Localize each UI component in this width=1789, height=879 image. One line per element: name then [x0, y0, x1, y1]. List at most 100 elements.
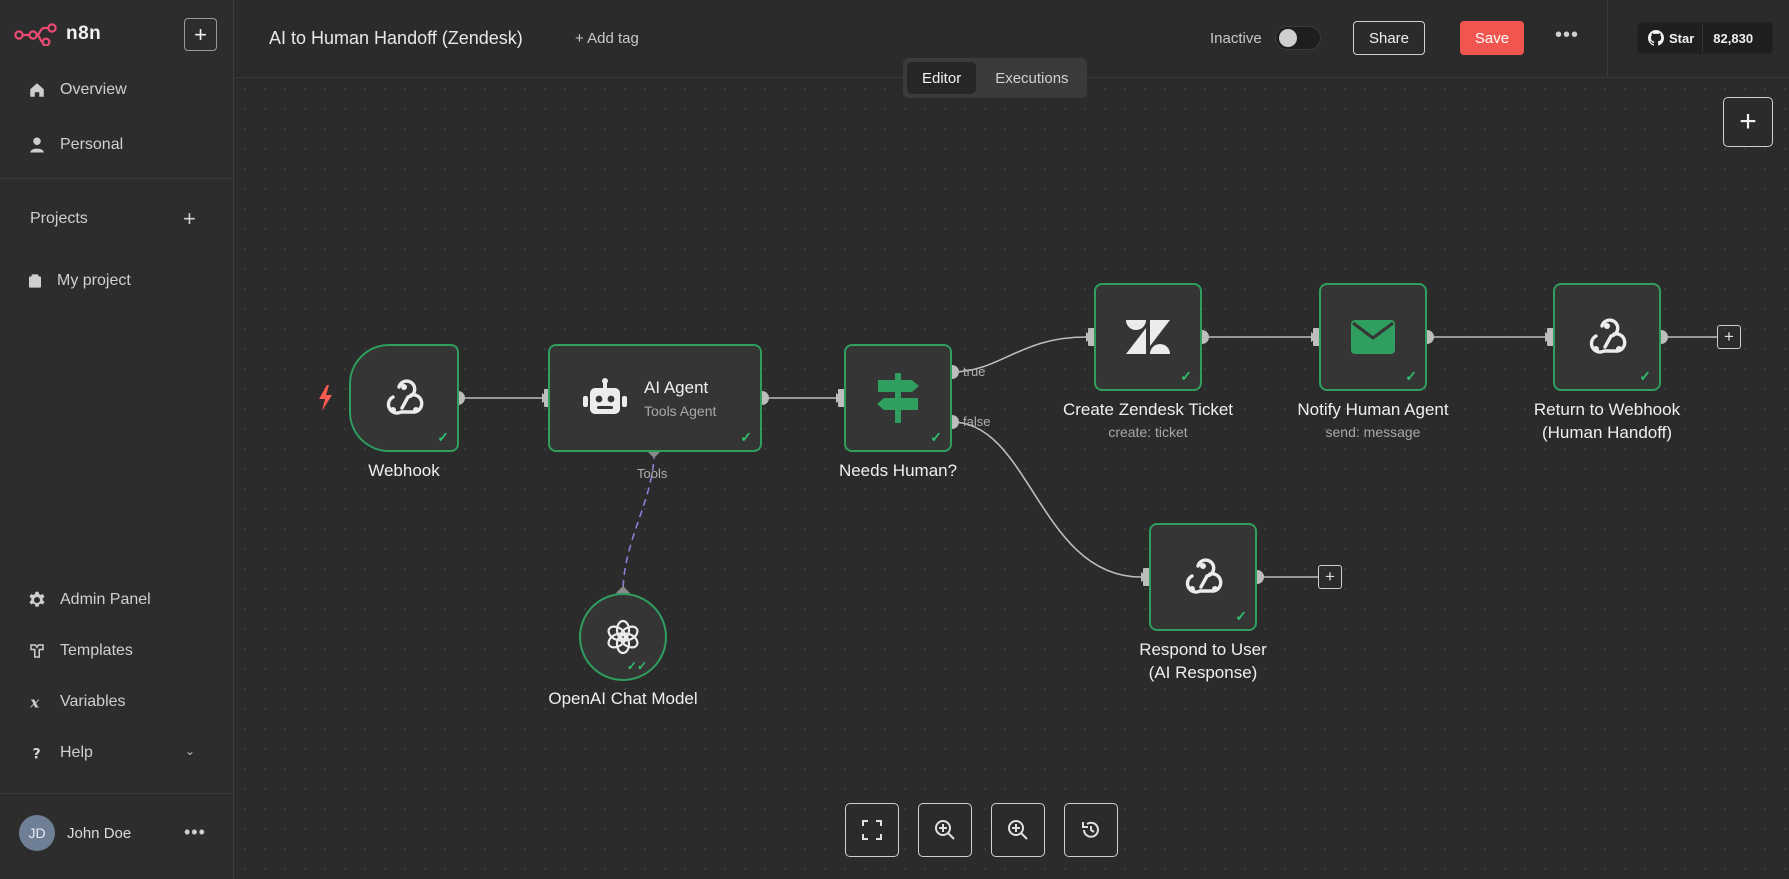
robot-icon — [583, 378, 627, 414]
tab-editor[interactable]: Editor — [907, 62, 977, 94]
node-respond-to-user[interactable]: ✓ — [1149, 523, 1257, 631]
sidebar-item-templates[interactable]: Templates — [28, 642, 133, 660]
variables-icon: x — [29, 693, 40, 711]
openai-icon — [607, 619, 639, 655]
sidebar-divider — [0, 793, 234, 794]
mail-icon — [1351, 320, 1395, 354]
sidebar-divider — [0, 178, 234, 179]
success-check-icon: ✓✓ — [626, 659, 647, 673]
sidebar-item-help[interactable]: ? Help — [28, 744, 93, 762]
success-check-icon: ✓ — [1405, 368, 1417, 384]
node-notify-human-agent[interactable]: ✓ — [1319, 283, 1427, 391]
active-toggle[interactable] — [1275, 26, 1321, 50]
save-button[interactable]: Save — [1460, 21, 1524, 55]
add-next-node-button[interactable]: + — [1318, 565, 1342, 589]
node-label-line: (AI Response) — [1148, 663, 1258, 682]
sidebar-item-overview[interactable]: Overview — [28, 81, 127, 99]
sidebar-item-my-project[interactable]: My project — [27, 272, 131, 290]
github-star[interactable]: Star — [1638, 23, 1704, 53]
toggle-knob — [1279, 29, 1297, 47]
tools-label: Tools — [637, 466, 668, 481]
node-webhook[interactable]: ✓ — [349, 344, 459, 452]
box-icon — [29, 274, 41, 288]
zoom-out-icon — [1008, 820, 1028, 840]
github-star-button[interactable]: Star 82,830 — [1637, 22, 1773, 54]
reset-icon — [1082, 821, 1099, 838]
node-label: Return to Webhook (Human Handoff) — [1497, 398, 1717, 444]
node-subtitle: Tools Agent — [644, 402, 717, 419]
node-label: Respond to User (AI Response) — [1093, 638, 1313, 684]
node-label: OpenAI Chat Model — [548, 689, 698, 708]
n8n-logo-icon — [14, 23, 57, 46]
node-label-line: (Human Handoff) — [1541, 423, 1673, 442]
tab-executions[interactable]: Executions — [980, 62, 1083, 94]
sidebar-item-personal[interactable]: Personal — [28, 136, 123, 154]
app-name: n8n — [66, 23, 102, 44]
node-openai-chat-model[interactable]: ✓✓ — [579, 593, 667, 681]
svg-text:?: ? — [33, 746, 41, 762]
webhook-icon — [1589, 318, 1627, 354]
sidebar-item-variables[interactable]: x Variables — [28, 693, 126, 711]
node-subtitle: create: ticket — [1108, 424, 1188, 440]
sidebar-item-label: Help — [60, 744, 93, 761]
reset-zoom-button[interactable] — [1064, 803, 1118, 857]
webhook-icon — [1185, 558, 1223, 594]
branch-false-label: false — [963, 414, 991, 429]
zoom-in-button[interactable] — [918, 803, 972, 857]
zoom-in-icon — [935, 820, 955, 840]
share-button[interactable]: Share — [1353, 21, 1425, 55]
node-needs-human[interactable]: ✓ — [844, 344, 952, 452]
zendesk-icon — [1126, 320, 1170, 354]
templates-icon — [30, 644, 44, 658]
active-status-label: Inactive — [1210, 30, 1262, 47]
user-icon — [30, 137, 44, 153]
user-menu[interactable]: JD John Doe — [19, 815, 131, 851]
create-button[interactable]: + — [184, 18, 217, 51]
sidebar: n8n + Overview Personal Projects + My pr… — [0, 0, 234, 879]
sidebar-item-label: Overview — [60, 81, 127, 98]
sidebar-item-label: Personal — [60, 136, 124, 153]
success-check-icon: ✓ — [1235, 608, 1247, 624]
fit-view-icon — [862, 820, 882, 840]
help-icon: ? — [33, 746, 41, 762]
zoom-out-button[interactable] — [991, 803, 1045, 857]
zoom-to-fit-button[interactable] — [845, 803, 899, 857]
node-subtitle: send: message — [1325, 424, 1421, 440]
sidebar-item-admin-panel[interactable]: Admin Panel — [28, 591, 151, 609]
node-label-line: Return to Webhook — [1533, 400, 1681, 419]
add-next-node-button[interactable]: + — [1717, 325, 1741, 349]
gear-icon — [29, 591, 45, 607]
sidebar-item-label: My project — [57, 272, 131, 289]
success-check-icon: ✓ — [437, 429, 449, 445]
user-more-icon[interactable]: ••• — [184, 822, 206, 843]
chevron-down-icon[interactable]: ⌄ — [185, 744, 195, 758]
user-name: John Doe — [67, 824, 132, 842]
header-divider — [1607, 0, 1608, 78]
branch-true-label: true — [963, 364, 986, 379]
success-check-icon: ✓ — [740, 429, 752, 445]
svg-text:x: x — [29, 693, 40, 711]
workflow-title[interactable]: AI to Human Handoff (Zendesk) — [269, 28, 523, 49]
agent-text: AI Agent Tools Agent — [644, 378, 716, 419]
logo[interactable]: n8n — [14, 22, 101, 46]
node-ai-agent[interactable]: AI Agent Tools Agent ✓ — [548, 344, 762, 452]
success-check-icon: ✓ — [930, 429, 942, 445]
sidebar-item-label: Admin Panel — [60, 591, 151, 608]
more-options-icon[interactable]: ••• — [1555, 24, 1579, 47]
node-label: Create Zendesk Ticket — [1062, 400, 1234, 419]
add-node-button[interactable]: + — [1723, 97, 1773, 147]
github-icon — [1648, 30, 1664, 46]
node-return-to-webhook[interactable]: ✓ — [1553, 283, 1661, 391]
trigger-bolt-icon — [319, 385, 332, 411]
signpost-icon — [877, 373, 919, 423]
workflow-canvas[interactable] — [235, 79, 1789, 879]
n8n-app: n8n + Overview Personal Projects + My pr… — [0, 0, 1789, 879]
node-create-zendesk-ticket[interactable]: ✓ — [1094, 283, 1202, 391]
node-label-line: Respond to User — [1139, 640, 1267, 659]
sidebar-item-label: Variables — [60, 693, 126, 710]
success-check-icon: ✓ — [1180, 368, 1192, 384]
add-project-button[interactable]: + — [183, 206, 196, 232]
projects-heading: Projects — [30, 210, 88, 227]
add-tag-button[interactable]: + Add tag — [575, 30, 639, 47]
webhook-icon — [386, 379, 424, 415]
